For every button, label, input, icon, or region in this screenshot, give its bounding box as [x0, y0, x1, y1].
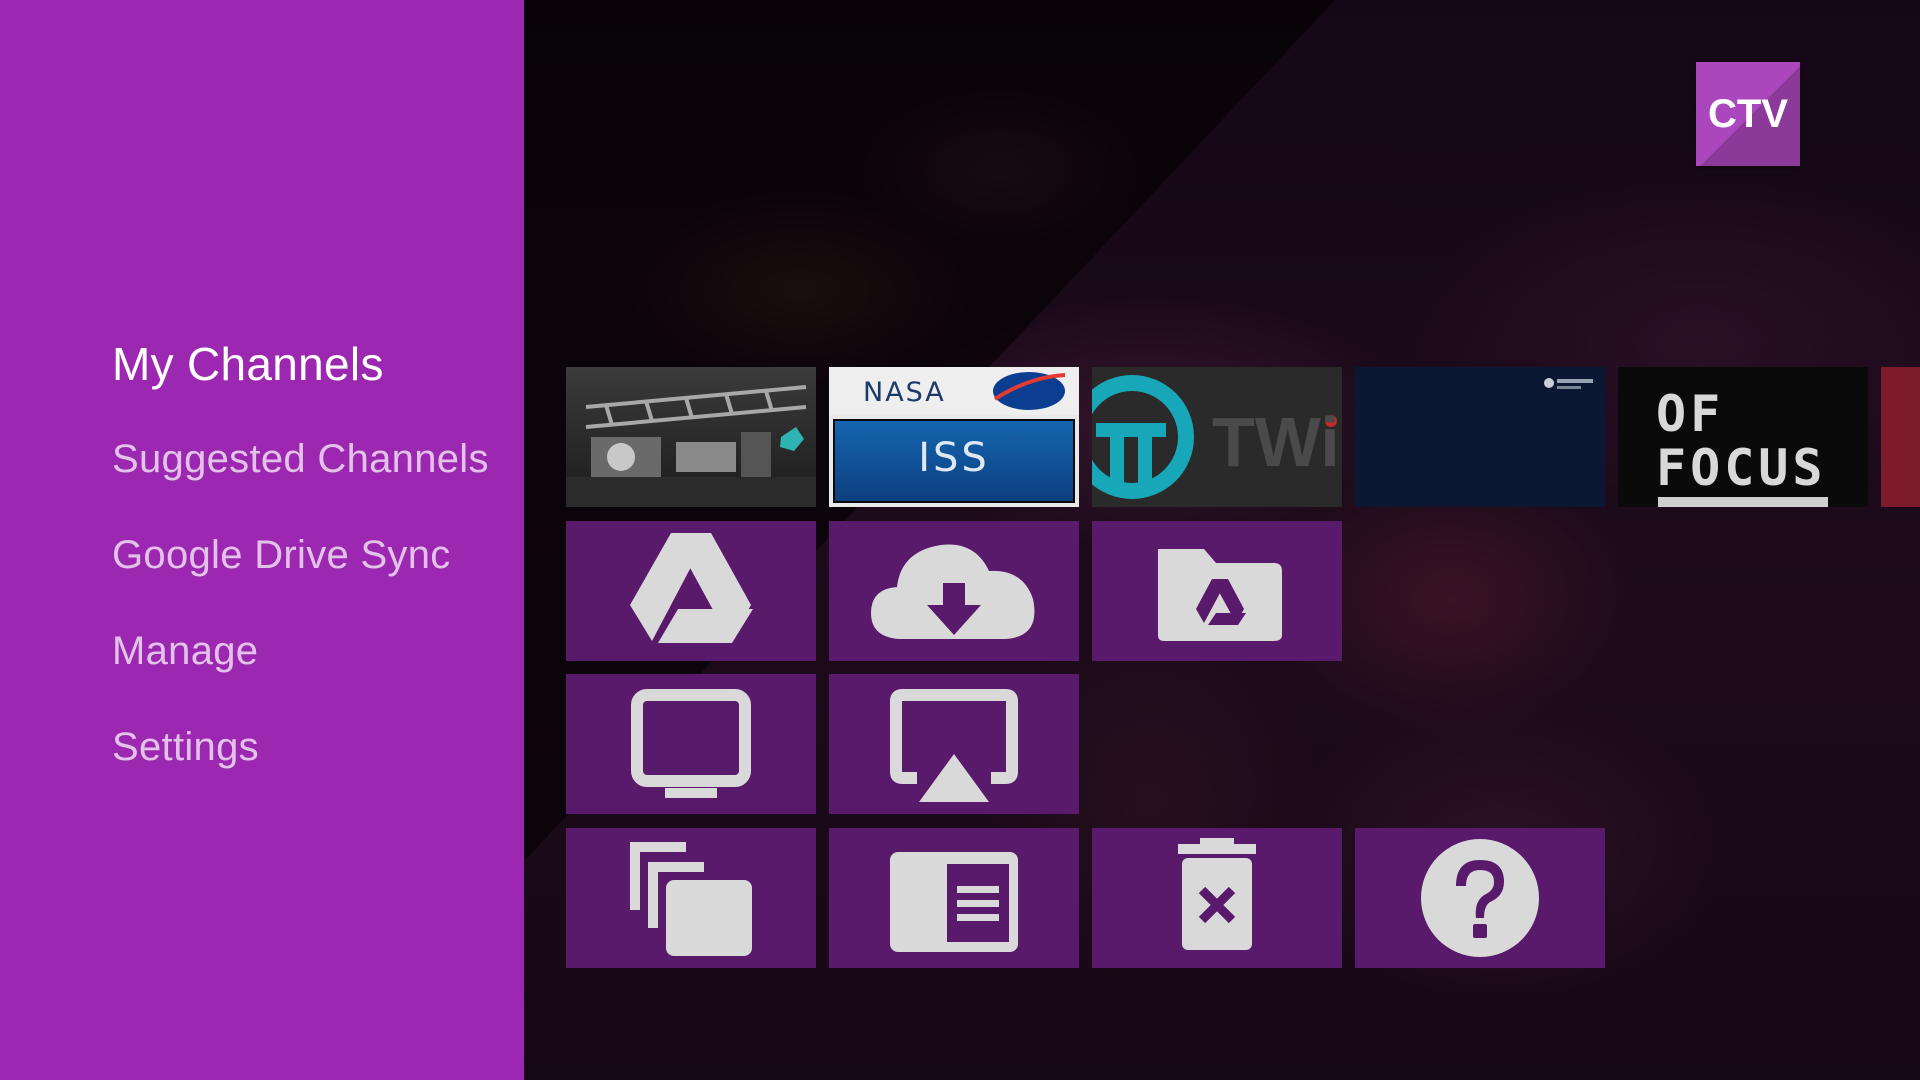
nasa-text: NASA — [863, 377, 946, 408]
cloud-download-icon — [871, 544, 1035, 639]
channel-tile-out-of-focus[interactable]: OF FOCUS — [1618, 367, 1868, 507]
airplay-icon — [890, 689, 1018, 802]
sidebar-item-settings[interactable]: Settings — [112, 725, 259, 770]
drive-folder-icon — [1158, 549, 1282, 641]
help-button[interactable] — [1355, 828, 1605, 968]
delete-button[interactable] — [1092, 828, 1342, 968]
nasa-logo — [993, 372, 1066, 410]
sidebar-item-manage[interactable]: Manage — [112, 629, 258, 674]
channel-tile-nasa-iss[interactable]: NASA ISS — [829, 367, 1079, 507]
google-drive-icon — [630, 533, 753, 643]
download-button[interactable] — [829, 521, 1079, 661]
delete-icon — [1178, 838, 1256, 950]
copy-button[interactable] — [566, 828, 816, 968]
list-view-icon — [890, 852, 1018, 952]
aquarium-logo — [1544, 378, 1593, 389]
channel-tile-twit[interactable]: TWi — [1092, 367, 1342, 507]
sidebar-item-my-channels[interactable]: My Channels — [112, 337, 384, 391]
list-view-button[interactable] — [829, 828, 1079, 968]
sidebar-item-suggested-channels[interactable]: Suggested Channels — [112, 437, 489, 482]
drive-folder-button[interactable] — [1092, 521, 1342, 661]
channel-tile-partial[interactable] — [1881, 367, 1920, 507]
copy-icon — [630, 842, 752, 956]
tv-icon — [631, 689, 751, 798]
google-drive-button[interactable] — [566, 521, 816, 661]
sidebar-item-google-drive-sync[interactable]: Google Drive Sync — [112, 533, 451, 578]
space-station-image — [566, 385, 816, 507]
app-logo-text: CTV — [1708, 92, 1788, 136]
sidebar: My Channels Suggested Channels Google Dr… — [0, 0, 524, 1080]
help-icon — [1421, 839, 1539, 957]
app-logo: CTV — [1696, 62, 1800, 166]
tv-button[interactable] — [566, 674, 816, 814]
twit-text: TWi — [1212, 403, 1340, 481]
focus-text-line1: OF — [1656, 385, 1725, 443]
channel-tile-iss-live[interactable] — [566, 367, 816, 507]
iss-text: ISS — [918, 435, 990, 481]
airplay-button[interactable] — [829, 674, 1079, 814]
channel-tile-aquarium[interactable] — [1355, 367, 1605, 507]
focus-text-line2: FOCUS — [1656, 439, 1827, 497]
